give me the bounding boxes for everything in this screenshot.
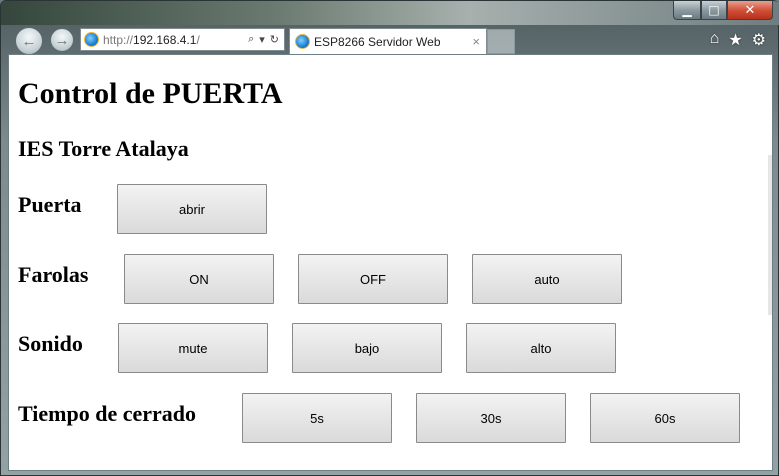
minimize-button[interactable]: ▁	[673, 1, 701, 20]
back-arrow-icon: ←	[21, 32, 37, 50]
farolas-auto-button[interactable]: auto	[472, 254, 622, 304]
tiempo-30s-button[interactable]: 30s	[416, 393, 566, 443]
page-content: Control de PUERTA IES Torre Atalaya Puer…	[8, 54, 773, 471]
abrir-button[interactable]: abrir	[117, 184, 267, 234]
refresh-icon[interactable]: ↻	[270, 33, 279, 46]
farolas-off-button[interactable]: OFF	[298, 254, 448, 304]
scrollbar[interactable]	[768, 155, 772, 315]
tab-close-icon[interactable]: ×	[472, 34, 480, 49]
browser-tab[interactable]: ESP8266 Servidor Web ×	[289, 28, 487, 54]
window-controls: ▁ □ ✕	[673, 1, 773, 20]
new-tab-button[interactable]	[487, 29, 515, 54]
back-button[interactable]: ←	[15, 27, 43, 55]
forward-arrow-icon: →	[54, 31, 70, 49]
search-icon[interactable]: ⌕	[248, 33, 254, 46]
browser-toolbar-right: ⌂ ★ ⚙	[710, 30, 766, 50]
row-label-sonido: Sonido	[18, 331, 83, 356]
url-protocol: http://	[103, 32, 134, 47]
title-bar	[1, 1, 779, 25]
browser-window: ▁ □ ✕ ← → http:// 192.168.4.1 / ⌕ ▾ ↻ ES…	[0, 0, 779, 476]
ie-page-icon	[84, 32, 99, 47]
row-label-puerta: Puerta	[18, 192, 82, 217]
farolas-on-button[interactable]: ON	[124, 254, 274, 304]
row-label-farolas: Farolas	[18, 262, 89, 287]
tiempo-60s-button[interactable]: 60s	[590, 393, 740, 443]
address-tools: ⌕ ▾ ↻	[248, 33, 284, 46]
url-host: 192.168.4.1	[133, 32, 197, 47]
close-window-button[interactable]: ✕	[727, 1, 773, 20]
tab-ie-icon	[295, 34, 310, 49]
page-title: Control de PUERTA	[18, 77, 283, 110]
address-bar[interactable]: http:// 192.168.4.1 / ⌕ ▾ ↻	[80, 28, 285, 51]
url-path: /	[196, 32, 200, 47]
tab-title: ESP8266 Servidor Web	[314, 34, 441, 49]
tiempo-5s-button[interactable]: 5s	[242, 393, 392, 443]
dropdown-icon[interactable]: ▾	[259, 33, 265, 46]
row-label-tiempo-de-cerrado: Tiempo de cerrado	[18, 401, 197, 426]
home-icon[interactable]: ⌂	[710, 30, 720, 50]
sonido-bajo-button[interactable]: bajo	[292, 323, 442, 373]
gear-icon[interactable]: ⚙	[752, 30, 766, 50]
sonido-alto-button[interactable]: alto	[466, 323, 616, 373]
maximize-button[interactable]: □	[701, 1, 727, 20]
page-subtitle: IES Torre Atalaya	[18, 136, 189, 161]
forward-button[interactable]: →	[50, 28, 74, 52]
favorites-star-icon[interactable]: ★	[728, 30, 742, 50]
sonido-mute-button[interactable]: mute	[118, 323, 268, 373]
